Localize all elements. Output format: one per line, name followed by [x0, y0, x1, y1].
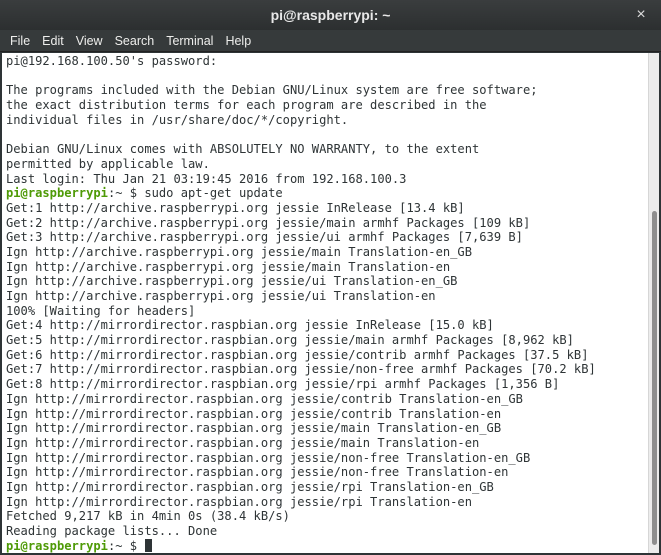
menu-edit[interactable]: Edit	[36, 30, 70, 52]
prompt-symbol: :~ $	[107, 186, 145, 201]
menu-help[interactable]: Help	[219, 30, 257, 52]
output-line: pi@192.168.100.50's password:	[6, 54, 218, 68]
title-bar[interactable]: pi@raspberrypi: ~ ×	[0, 0, 661, 31]
output-line: permitted by applicable law.	[6, 156, 210, 171]
output-line: Ign http://archive.raspberrypi.org jessi…	[6, 274, 458, 289]
terminal-window: pi@raspberrypi: ~ × File Edit View Searc…	[0, 0, 661, 555]
output-line: Ign http://mirrordirector.raspbian.org j…	[6, 450, 531, 465]
prompt-user-host: pi@raspberrypi	[6, 538, 108, 553]
output-line: Ign http://mirrordirector.raspbian.org j…	[6, 421, 502, 436]
prompt-line: pi@raspberrypi:~ $ sudo apt-get update	[6, 186, 648, 201]
menu-terminal[interactable]: Terminal	[160, 30, 219, 52]
output-line: Reading package lists... Done	[6, 524, 218, 538]
output-line: Fetched 9,217 kB in 4min 0s (38.4 kB/s)	[6, 509, 290, 524]
output-line: Debian GNU/Linux comes with ABSOLUTELY N…	[6, 142, 480, 157]
scrollbar-thumb[interactable]	[652, 211, 657, 545]
output-line: Get:6 http://mirrordirector.raspbian.org…	[6, 347, 589, 362]
window-title: pi@raspberrypi: ~	[270, 7, 391, 23]
output-line: Get:7 http://mirrordirector.raspbian.org…	[6, 362, 596, 377]
menu-bar: File Edit View Search Terminal Help	[0, 30, 661, 52]
prompt-user-host: pi@raspberrypi	[6, 186, 108, 201]
output-line: Get:5 http://mirrordirector.raspbian.org…	[6, 333, 574, 348]
output-line: individual files in /usr/share/doc/*/cop…	[6, 112, 349, 127]
output-line: Ign http://mirrordirector.raspbian.org j…	[6, 406, 502, 421]
text-cursor	[145, 538, 153, 552]
vertical-scrollbar[interactable]	[648, 53, 659, 553]
output-line: Ign http://mirrordirector.raspbian.org j…	[6, 479, 494, 494]
output-line: Get:4 http://mirrordirector.raspbian.org…	[6, 318, 494, 333]
output-line: 100% [Waiting for headers]	[6, 303, 196, 318]
output-line: the exact distribution terms for each pr…	[6, 98, 487, 113]
output-line: Ign http://mirrordirector.raspbian.org j…	[6, 391, 523, 406]
prompt-symbol: :~ $	[107, 538, 145, 553]
terminal-output[interactable]: pi@192.168.100.50's password: The program…	[2, 53, 648, 553]
output-line: Get:2 http://archive.raspberrypi.org jes…	[6, 215, 531, 230]
output-line: Ign http://archive.raspberrypi.org jessi…	[6, 244, 472, 259]
prompt-line: pi@raspberrypi:~ $	[6, 538, 648, 553]
output-line: The programs included with the Debian GN…	[6, 83, 538, 98]
menu-view[interactable]: View	[70, 30, 109, 52]
menu-file[interactable]: File	[4, 30, 36, 52]
output-line: Get:3 http://archive.raspberrypi.org jes…	[6, 230, 523, 245]
output-line: Get:1 http://archive.raspberrypi.org jes…	[6, 200, 465, 215]
command-text: sudo apt-get update	[144, 186, 283, 201]
output-line: Get:8 http://mirrordirector.raspbian.org…	[6, 377, 560, 392]
menu-search[interactable]: Search	[109, 30, 161, 52]
output-line: Ign http://mirrordirector.raspbian.org j…	[6, 435, 480, 450]
close-icon[interactable]: ×	[631, 0, 651, 30]
output-line: Ign http://archive.raspberrypi.org jessi…	[6, 289, 436, 303]
output-line: Last login: Thu Jan 21 03:19:45 2016 fro…	[6, 171, 407, 186]
output-line: Ign http://archive.raspberrypi.org jessi…	[6, 259, 451, 274]
output-line: Ign http://mirrordirector.raspbian.org j…	[6, 465, 509, 480]
output-line: Ign http://mirrordirector.raspbian.org j…	[6, 494, 472, 509]
